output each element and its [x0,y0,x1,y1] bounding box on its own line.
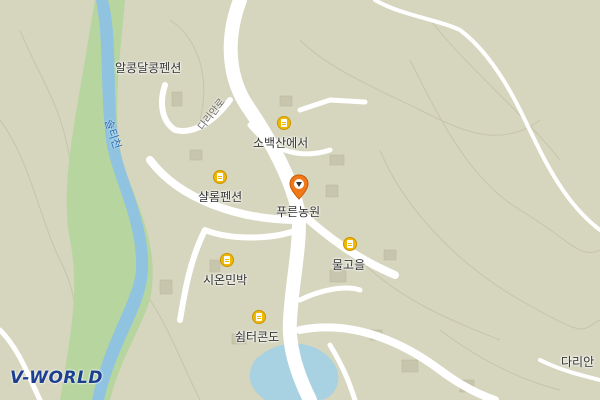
provider-logo: V-WORLD [10,368,103,388]
buildings [159,91,475,393]
place-label-darian[interactable]: 다리안 [561,353,594,370]
lodging-icon[interactable] [343,237,357,251]
place-label-mulgoeul[interactable]: 물고을 [332,256,365,273]
place-label-sion[interactable]: 시온민박 [203,271,247,288]
place-label-saron[interactable]: 샬롬펜션 [198,188,242,205]
lodging-icon[interactable] [220,253,234,267]
location-pin-icon[interactable] [289,174,309,200]
place-label-pension1[interactable]: 알콩달콩펜션 [115,59,181,76]
map-base-layer [0,0,600,400]
place-label-pureun[interactable]: 푸른농원 [276,203,320,220]
map-viewport[interactable]: 솔티천 다리안로 알콩달콩펜션 소백산에서 샬롬펜션 푸른농원 물고을 시온민박… [0,0,600,400]
lodging-icon[interactable] [252,310,266,324]
lodging-icon[interactable] [277,116,291,130]
place-label-sobaeksan[interactable]: 소백산에서 [253,134,308,151]
lodging-icon[interactable] [213,170,227,184]
place-label-shelter[interactable]: 쉼터콘도 [235,328,279,345]
